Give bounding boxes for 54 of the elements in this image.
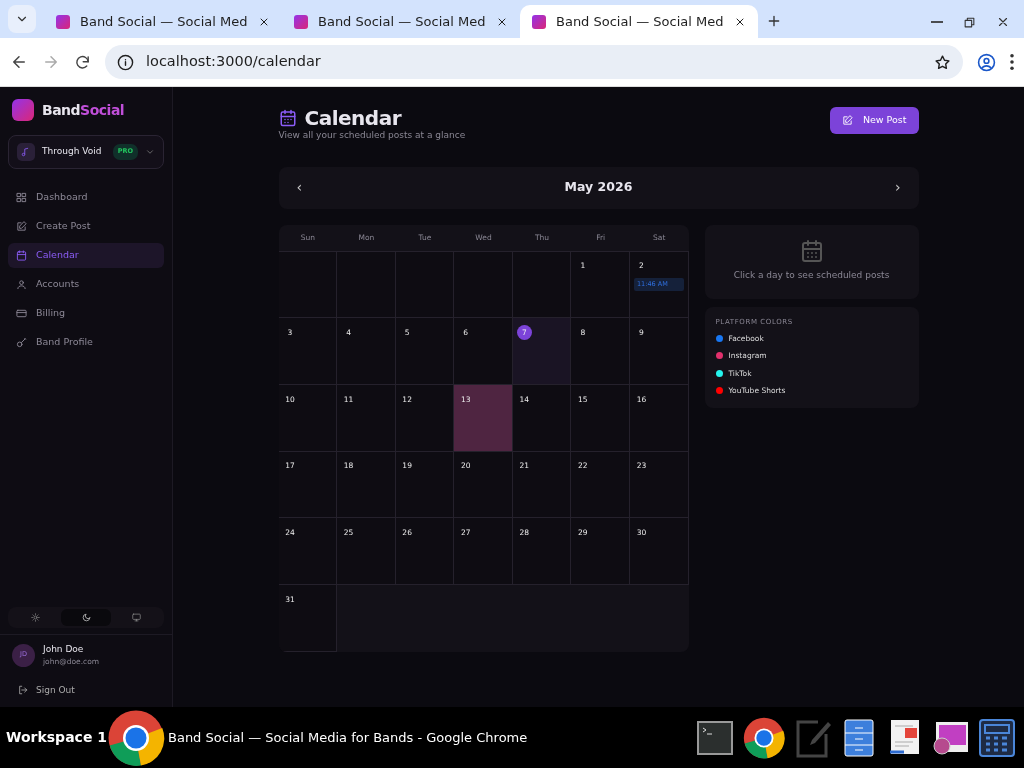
user-icon <box>16 279 27 290</box>
grid-icon <box>16 192 27 203</box>
brand-name: BandSocial <box>42 100 125 120</box>
new-post-button[interactable]: New Post <box>829 107 919 134</box>
workspace-label: Workspace 1 <box>5 728 106 747</box>
chrome-icon[interactable] <box>742 715 786 760</box>
guitar-icon <box>16 337 27 348</box>
theme-button[interactable] <box>60 608 112 626</box>
music-note-icon <box>17 143 35 161</box>
app-logo-icon <box>12 99 34 121</box>
chevron-down-icon <box>145 147 155 157</box>
back-icon <box>10 53 28 71</box>
browser-tab[interactable]: Band Social — Social Med <box>520 5 758 38</box>
sign-out-icon <box>18 685 28 696</box>
app-logo-icon <box>532 14 546 29</box>
profile-icon <box>977 52 996 72</box>
nav-item[interactable]: Create Post <box>8 214 164 239</box>
calculator-icon[interactable] <box>978 717 1016 758</box>
nav-item[interactable]: Band Profile <box>8 330 164 355</box>
reload-icon <box>74 53 91 71</box>
forward-icon <box>42 53 60 71</box>
nav-item[interactable]: Dashboard <box>8 185 164 210</box>
credit-card-icon <box>16 308 27 319</box>
calendar-icon <box>16 250 27 261</box>
browser-tab[interactable]: Band Social — Social Med <box>282 5 520 38</box>
calendar-icon <box>799 239 824 263</box>
monitor-icon <box>132 612 142 622</box>
empty-state-text: Click a day to see scheduled posts <box>732 269 891 282</box>
window-title[interactable]: Band Social — Social Media for Bands - Google Chrome <box>168 727 528 748</box>
previous-month-button[interactable]: ‹ <box>292 177 307 198</box>
edit-icon <box>841 115 853 126</box>
page-title: Calendar <box>304 107 401 129</box>
moon-icon <box>81 612 91 622</box>
nav-item[interactable]: Accounts <box>8 272 164 297</box>
sign-out-button[interactable]: Sign Out <box>8 683 164 697</box>
app-logo-icon <box>294 14 308 29</box>
more-options-icon[interactable] <box>1010 54 1014 70</box>
close-icon <box>996 15 1010 29</box>
address-bar[interactable]: localhost:3000/calendar <box>105 45 963 79</box>
info-icon <box>117 53 134 71</box>
browser-tab[interactable]: Band Social — Social Med <box>44 5 282 38</box>
month-label: May 2026 <box>564 178 633 197</box>
user-name: John Doe <box>43 642 85 656</box>
bookmark-star-icon <box>934 53 951 71</box>
plus-icon <box>766 13 782 29</box>
calendar-icon <box>278 109 297 127</box>
edit-icon <box>16 221 27 232</box>
sun-icon <box>30 612 40 622</box>
app-logo-icon <box>56 14 70 29</box>
page-subtitle: View all your scheduled posts at a glance <box>278 129 466 142</box>
nav-item[interactable]: Billing <box>8 301 164 326</box>
next-month-button[interactable]: › <box>890 177 905 198</box>
nav-item[interactable]: Calendar <box>8 243 164 268</box>
restore-icon <box>963 15 976 29</box>
